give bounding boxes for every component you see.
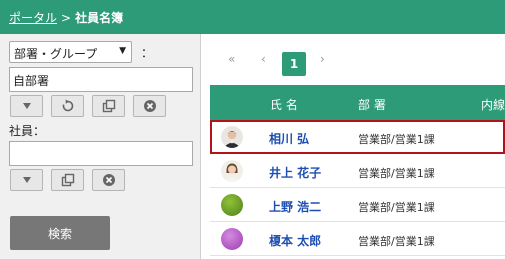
current-page[interactable]: 1 xyxy=(282,52,306,76)
clear-icon xyxy=(143,100,156,112)
first-page-button[interactable]: « xyxy=(228,52,235,66)
employee-name-link[interactable]: 上野 浩二 xyxy=(269,198,321,215)
clear-icon xyxy=(102,174,115,186)
breadcrumb-portal-link[interactable]: ポータル xyxy=(9,11,57,25)
copy-button[interactable] xyxy=(92,95,125,117)
employee-name-link[interactable]: 井上 花子 xyxy=(269,164,321,181)
avatar xyxy=(221,194,243,216)
search-sidebar: 部署・グループ ▼ ： 自部署 社員： 検索 xyxy=(0,34,201,259)
pagination: « ‹ 1 › xyxy=(202,34,505,86)
copy-icon xyxy=(61,173,74,187)
employee-name-link[interactable]: 榎本 太郎 xyxy=(269,232,321,249)
reset-button[interactable] xyxy=(51,95,84,117)
employee-field[interactable] xyxy=(9,141,193,166)
dropdown-arrow-icon xyxy=(22,177,31,183)
copy-icon xyxy=(102,99,115,113)
clear-button[interactable] xyxy=(133,95,166,117)
group-type-select[interactable]: 部署・グループ ▼ xyxy=(9,41,132,63)
table-row[interactable]: 相川 弘 営業部/営業1課 xyxy=(210,120,505,154)
select-colon: ： xyxy=(141,46,154,60)
header-name: 氏 名 xyxy=(270,98,298,112)
employee-dropdown-button[interactable] xyxy=(10,169,43,191)
breadcrumb: ポータル > 社員名簿 xyxy=(9,9,123,26)
chevron-down-icon: ▼ xyxy=(119,46,126,56)
group-type-select-value: 部署・グループ xyxy=(14,47,98,61)
dropdown-arrow-icon xyxy=(22,103,31,109)
avatar xyxy=(221,160,243,182)
employee-department: 営業部/営業1課 xyxy=(358,167,435,180)
avatar xyxy=(221,228,243,250)
top-bar: ポータル > 社員名簿 xyxy=(0,0,505,34)
page-title: 社員名簿 xyxy=(75,11,124,25)
table-row[interactable]: 井上 花子 営業部/営業1課 xyxy=(210,154,505,188)
employee-clear-button[interactable] xyxy=(92,169,125,191)
employee-department: 営業部/営業1課 xyxy=(358,201,435,214)
table-header: 氏 名 部 署 内線 xyxy=(210,85,505,120)
employee-department: 営業部/営業1課 xyxy=(358,235,435,248)
employee-copy-button[interactable] xyxy=(51,169,84,191)
department-field[interactable]: 自部署 xyxy=(9,67,193,92)
department-dropdown-button[interactable] xyxy=(10,95,43,117)
avatar xyxy=(221,126,243,148)
table-row[interactable]: 榎本 太郎 営業部/営業1課 xyxy=(210,222,505,256)
header-department: 部 署 xyxy=(358,98,386,112)
employee-name-link[interactable]: 相川 弘 xyxy=(269,130,309,147)
header-extension: 内線 xyxy=(481,98,505,112)
search-button[interactable]: 検索 xyxy=(10,216,110,250)
table-row[interactable]: 上野 浩二 営業部/営業1課 xyxy=(210,188,505,222)
reset-icon xyxy=(62,99,73,112)
prev-page-button[interactable]: ‹ xyxy=(261,52,266,66)
employee-list-panel: « ‹ 1 › 氏 名 部 署 内線 相川 弘 営業部/営業1課 井上 花子 営… xyxy=(202,34,505,259)
breadcrumb-separator: > xyxy=(61,11,72,25)
employee-label: 社員： xyxy=(9,124,46,138)
next-page-button[interactable]: › xyxy=(320,52,325,66)
employee-department: 営業部/営業1課 xyxy=(358,133,435,146)
